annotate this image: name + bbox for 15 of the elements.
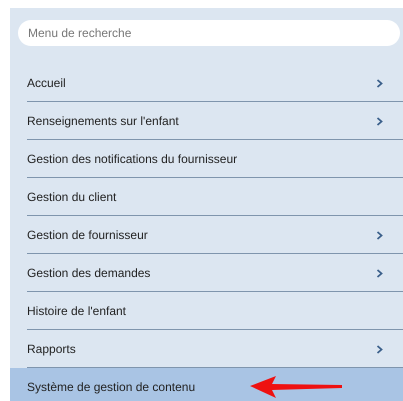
menu-item[interactable]: Gestion du client <box>10 178 403 216</box>
chevron-right-icon <box>376 230 383 240</box>
menu-item[interactable]: Gestion des notifications du fournisseur <box>10 140 403 178</box>
menu-item[interactable]: Histoire de l'enfant <box>10 292 403 330</box>
chevron-right-icon <box>376 116 383 126</box>
menu-item[interactable]: Gestion de fournisseur <box>10 216 403 254</box>
chevron-right-icon <box>376 268 383 278</box>
menu-item[interactable]: Renseignements sur l'enfant <box>10 102 403 140</box>
menu-item[interactable]: Rapports <box>10 330 403 368</box>
menu-item[interactable]: Accueil <box>10 64 403 102</box>
menu-item[interactable]: Système de gestion de contenu <box>10 368 403 401</box>
chevron-right-icon <box>376 78 383 88</box>
menu-item[interactable]: Gestion des demandes <box>10 254 403 292</box>
search-field[interactable]: Menu de recherche <box>18 20 400 46</box>
chevron-right-icon <box>376 344 383 354</box>
